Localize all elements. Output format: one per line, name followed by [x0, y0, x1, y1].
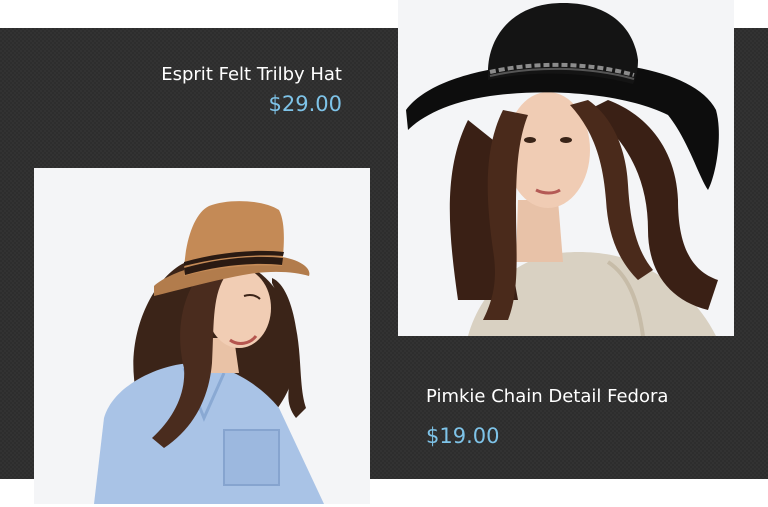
- product-title[interactable]: Pimkie Chain Detail Fedora: [426, 386, 668, 407]
- fedora-photo-illustration: [398, 0, 734, 336]
- trilby-photo-illustration: [34, 168, 370, 504]
- product-showcase: Esprit Felt Trilby Hat $29.00 Pimkie Cha…: [0, 0, 768, 507]
- product-image-fedora[interactable]: [398, 0, 734, 336]
- product-image-trilby[interactable]: [34, 168, 370, 504]
- product-title[interactable]: Esprit Felt Trilby Hat: [161, 64, 342, 85]
